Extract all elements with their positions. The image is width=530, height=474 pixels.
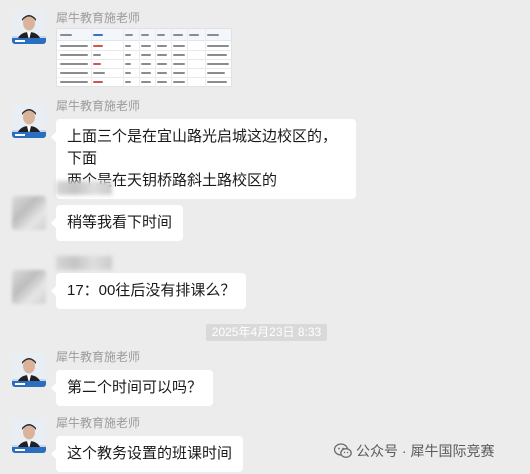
message-bubble[interactable]: 稍等我看下时间 (50, 205, 184, 241)
wechat-icon (333, 443, 352, 459)
message-bubble[interactable]: 这个教务设置的班课时间 (50, 436, 244, 472)
message-line: 上面三个是在宜山路光启城这边校区的，下面 (67, 128, 338, 167)
message-line: 第二个时间可以吗？ (67, 379, 203, 396)
message-bubble[interactable]: 第二个时间可以吗？ (50, 370, 214, 406)
sender-name: 犀牛教育施老师 (56, 99, 141, 113)
parent-avatar[interactable] (12, 270, 46, 304)
teacher-avatar-icon (12, 353, 46, 387)
parent-name-redacted (56, 256, 112, 270)
sender-name: 犀牛教育施老师 (56, 350, 141, 364)
message-line: 稍等我看下时间 (67, 214, 173, 231)
teacher-avatar[interactable] (12, 10, 46, 44)
teacher-avatar[interactable] (12, 353, 46, 387)
watermark-label: 公众号 · 犀牛国际竞赛 (356, 443, 495, 459)
parent-name-redacted (56, 181, 112, 195)
message-line: 17：00往后没有排课么？ (67, 282, 236, 299)
watermark: 公众号 · 犀牛国际竞赛 (333, 441, 495, 461)
teacher-avatar-icon (12, 104, 46, 138)
spreadsheet-thumbnail[interactable] (56, 28, 232, 87)
teacher-avatar[interactable] (12, 419, 46, 453)
parent-avatar[interactable] (12, 196, 46, 230)
message-bubble[interactable]: 17：00往后没有排课么？ (50, 273, 247, 309)
sender-name: 犀牛教育施老师 (56, 11, 141, 25)
message-line: 这个教务设置的班课时间 (67, 445, 233, 462)
timestamp: 2025年4月23日 8:33 (206, 324, 327, 341)
teacher-avatar[interactable] (12, 104, 46, 138)
teacher-avatar-icon (12, 419, 46, 453)
teacher-avatar-icon (12, 10, 46, 44)
sender-name: 犀牛教育施老师 (56, 416, 141, 430)
